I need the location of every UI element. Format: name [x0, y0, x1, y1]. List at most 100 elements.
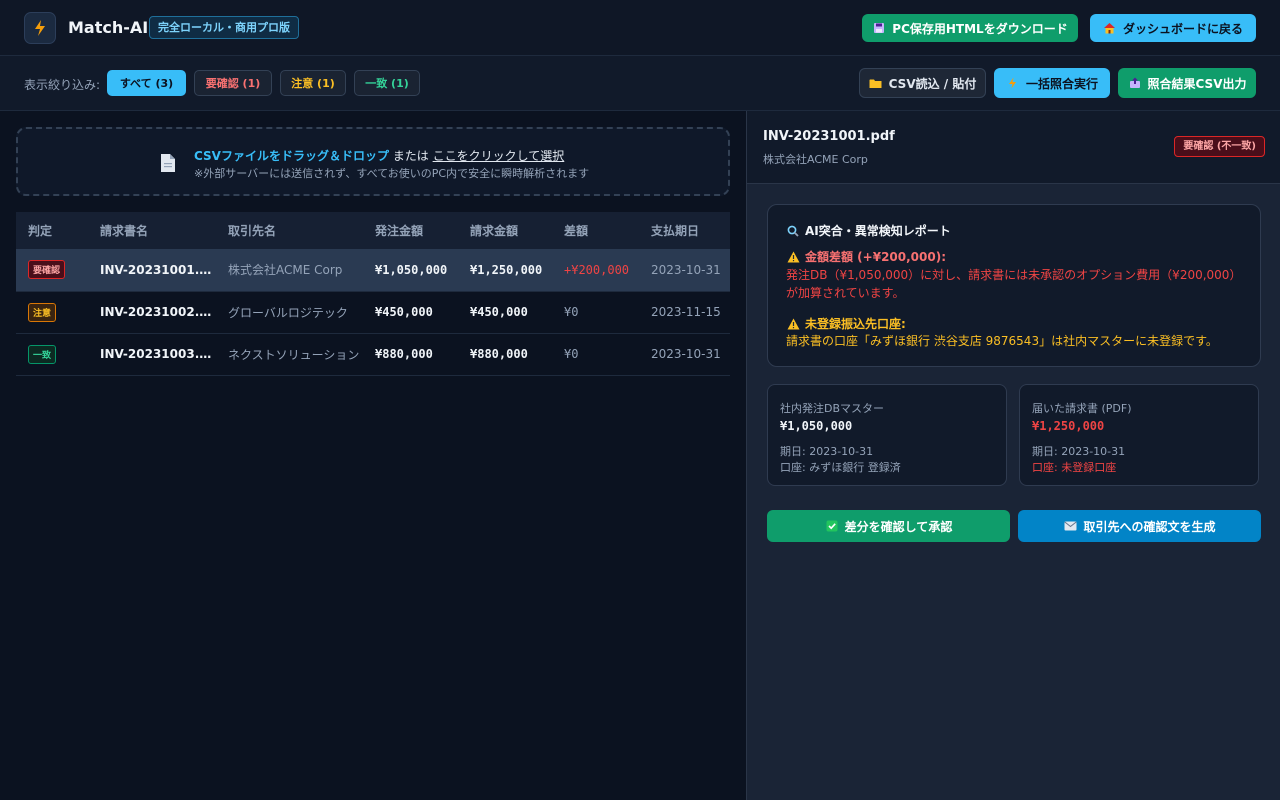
status-badge: 要確認	[28, 260, 66, 280]
back-to-dashboard-button[interactable]: ダッシュボードに戻る	[1090, 14, 1256, 42]
filter-label: 表示絞り込み:	[24, 78, 101, 92]
warning-icon	[786, 317, 800, 331]
lightning-logo-icon	[24, 12, 56, 44]
back-to-dashboard-label: ダッシュボードに戻る	[1122, 21, 1243, 36]
folder-icon	[869, 76, 883, 90]
detail-panel: INV-20231001.pdf 株式会社ACME Corp 要確認 (不一致)…	[746, 111, 1280, 800]
approve-diff-button[interactable]: 差分を確認して承認	[767, 510, 1010, 542]
master-db-label: 社内発注DBマスター	[780, 402, 885, 415]
party-cell: グローバルロジテック	[216, 291, 363, 334]
unregistered-account-warning-title: 未登録振込先口座:	[786, 315, 906, 332]
col-diff-header: 差額	[564, 224, 589, 238]
invoice-list-panel: CSVファイルをドラッグ＆ドロップ または ここをクリックして選択 ※外部サーバ…	[0, 111, 746, 800]
document-icon	[160, 153, 176, 176]
floppy-disk-icon	[872, 21, 886, 35]
order-amount-cell: ¥1,050,000	[363, 249, 458, 292]
col-status-header: 判定	[28, 224, 53, 238]
received-invoice-due: 期日: 2023-10-31	[1032, 445, 1126, 458]
dropzone-select-link[interactable]: ここをクリックして選択	[433, 149, 565, 163]
dropzone-instructions: CSVファイルをドラッグ＆ドロップ または ここをクリックして選択	[194, 147, 564, 164]
diff-cell: ¥0	[552, 333, 639, 376]
received-invoice-account: 口座: 未登録口座	[1032, 461, 1117, 474]
detail-status-badge: 要確認 (不一致)	[1174, 136, 1265, 157]
export-csv-button[interactable]: 照合結果CSV出力	[1118, 68, 1256, 98]
invoice-name-cell: INV-20231001.pdf	[88, 249, 216, 292]
run-batch-match-button[interactable]: 一括照合実行	[994, 68, 1110, 98]
order-amount-cell: ¥880,000	[363, 333, 458, 376]
table-row[interactable]: 一致 INV-20231003.pdf ネクストソリューション ¥880,000…	[16, 333, 730, 376]
approve-diff-label: 差分を確認して承認	[844, 519, 953, 534]
amount-diff-warning-title: 金額差額 (+¥200,000):	[786, 248, 946, 265]
status-cell: 一致	[16, 333, 88, 376]
due-date-cell: 2023-10-31	[639, 249, 730, 292]
table-row[interactable]: 注意 INV-20231002.pdf グローバルロジテック ¥450,000 …	[16, 291, 730, 334]
export-csv-label: 照合結果CSV出力	[1147, 76, 1247, 91]
csv-import-label: CSV読込 / 貼付	[888, 76, 977, 91]
invoice-amount-cell: ¥450,000	[458, 291, 552, 334]
download-html-label: PC保存用HTMLをダウンロード	[892, 21, 1068, 36]
filter-toolbar: 表示絞り込み: すべて (3) 要確認 (1) 注意 (1) 一致 (1) CS…	[0, 56, 1280, 111]
col-order-amount-header: 発注金額	[375, 224, 424, 238]
outbox-icon	[1128, 76, 1142, 90]
party-cell: 株式会社ACME Corp	[216, 249, 363, 292]
detail-header: INV-20231001.pdf 株式会社ACME Corp 要確認 (不一致)	[747, 111, 1280, 184]
app-title: Match-AI	[68, 18, 149, 37]
lightning-icon	[1006, 76, 1020, 90]
diff-cell: +¥200,000	[552, 249, 639, 292]
received-invoice-amount: ¥1,250,000	[1032, 419, 1105, 433]
report-title-text: AI突合・異常検知レポート	[805, 224, 951, 238]
filter-needs-review-chip[interactable]: 要確認 (1)	[194, 70, 272, 96]
master-db-card: 社内発注DBマスター ¥1,050,000 期日: 2023-10-31 口座:…	[767, 384, 1007, 486]
detail-party-name: 株式会社ACME Corp	[763, 153, 868, 166]
edition-badge: 完全ローカル・商用プロ版	[149, 16, 299, 39]
col-party-header: 取引先名	[228, 224, 277, 238]
diff-cell: ¥0	[552, 291, 639, 334]
detail-file-name: INV-20231001.pdf	[763, 129, 895, 144]
status-cell: 要確認	[16, 249, 88, 292]
ai-report-card: AI突合・異常検知レポート 金額差額 (+¥200,000): 発注DB（¥1,…	[767, 204, 1261, 367]
invoice-name-cell: INV-20231003.pdf	[88, 333, 216, 376]
csv-import-button[interactable]: CSV読込 / 貼付	[859, 68, 986, 98]
col-invoice-amount-header: 請求金額	[470, 224, 519, 238]
due-date-cell: 2023-10-31	[639, 333, 730, 376]
due-date-cell: 2023-11-15	[639, 291, 730, 334]
run-batch-match-label: 一括照合実行	[1025, 76, 1098, 91]
invoice-amount-cell: ¥1,250,000	[458, 249, 552, 292]
received-invoice-label: 届いた請求書 (PDF)	[1032, 402, 1132, 415]
app-header: Match-AI 完全ローカル・商用プロ版 PC保存用HTMLをダウンロード ダ…	[0, 0, 1280, 56]
generate-inquiry-button[interactable]: 取引先への確認文を生成	[1018, 510, 1261, 542]
envelope-icon	[1063, 519, 1077, 533]
report-title: AI突合・異常検知レポート	[786, 222, 951, 239]
invoice-name-cell: INV-20231002.pdf	[88, 291, 216, 334]
unregistered-account-warning-title-text: 未登録振込先口座:	[805, 317, 906, 331]
check-box-icon	[825, 519, 839, 533]
col-invoice-header: 請求書名	[100, 224, 149, 238]
dropzone-or: または	[388, 149, 433, 163]
party-cell: ネクストソリューション	[216, 333, 363, 376]
master-db-due: 期日: 2023-10-31	[780, 445, 874, 458]
filter-match-chip[interactable]: 一致 (1)	[354, 70, 420, 96]
order-amount-cell: ¥450,000	[363, 291, 458, 334]
warning-icon	[786, 250, 800, 264]
status-badge: 注意	[28, 302, 57, 322]
filter-caution-chip[interactable]: 注意 (1)	[280, 70, 346, 96]
invoice-amount-cell: ¥880,000	[458, 333, 552, 376]
dropzone-highlight: CSVファイルをドラッグ＆ドロップ	[194, 149, 389, 163]
house-icon	[1103, 21, 1117, 35]
col-due-header: 支払期日	[651, 224, 700, 238]
table-header-row: 判定 請求書名 取引先名 発注金額 請求金額 差額 支払期日	[16, 212, 730, 249]
download-html-button[interactable]: PC保存用HTMLをダウンロード	[862, 14, 1078, 42]
amount-diff-warning-body: 発注DB（¥1,050,000）に対し、請求書には未承認のオプション費用（¥20…	[786, 268, 1242, 300]
table-row[interactable]: 要確認 INV-20231001.pdf 株式会社ACME Corp ¥1,05…	[16, 249, 730, 292]
status-badge: 一致	[28, 344, 57, 364]
filter-all-chip[interactable]: すべて (3)	[107, 70, 186, 96]
received-invoice-card: 届いた請求書 (PDF) ¥1,250,000 期日: 2023-10-31 口…	[1019, 384, 1259, 486]
invoice-table: 判定 請求書名 取引先名 発注金額 請求金額 差額 支払期日 要確認 INV-2…	[16, 212, 730, 376]
master-db-account: 口座: みずほ銀行 登録済	[780, 461, 901, 474]
generate-inquiry-label: 取引先への確認文を生成	[1083, 519, 1216, 534]
status-cell: 注意	[16, 291, 88, 334]
csv-dropzone[interactable]: CSVファイルをドラッグ＆ドロップ または ここをクリックして選択 ※外部サーバ…	[16, 127, 730, 196]
magnifier-icon	[786, 224, 800, 238]
amount-diff-warning-title-text: 金額差額 (+¥200,000):	[805, 250, 947, 264]
master-db-amount: ¥1,050,000	[780, 419, 853, 433]
